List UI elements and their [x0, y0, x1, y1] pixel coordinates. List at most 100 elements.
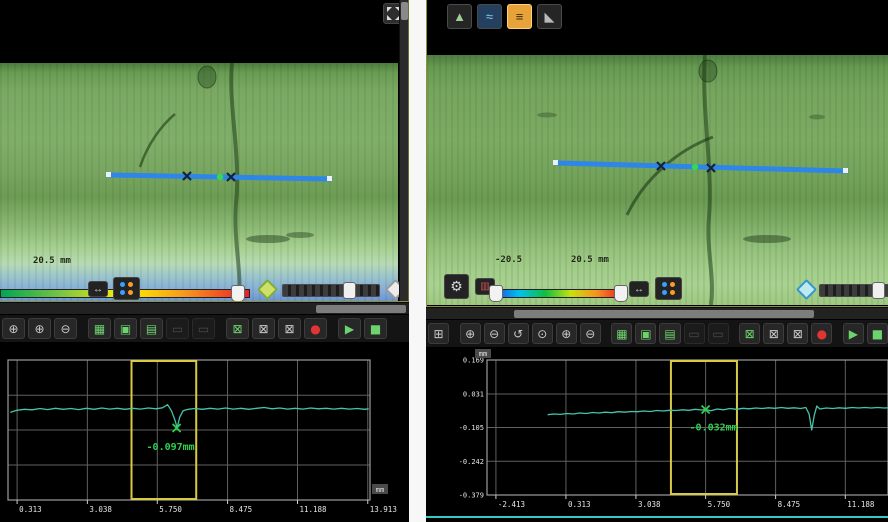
chart-highlight-underline — [426, 516, 888, 518]
center-point-marker[interactable] — [692, 164, 698, 170]
range-max-readout: 20.5 mm — [571, 255, 609, 265]
display-mode-toolbar: ▲≈≡◣ — [447, 4, 562, 29]
color-scale-handle[interactable] — [231, 285, 245, 302]
record-icon[interactable]: ● — [304, 318, 327, 339]
overlay-b-icon: ▭ — [192, 318, 215, 339]
zoom-fit-icon[interactable]: ⊙ — [532, 323, 553, 344]
dots-glyph — [662, 282, 675, 295]
measure-region-icon[interactable]: ⊠ — [739, 323, 760, 344]
left-view-panel: 20.5 mm ↔ ⊕⊕⊖▦▣▤▭▭⊠⊠⊠●▶■ 0.3133.0385.750… — [0, 0, 409, 522]
export-report-icon[interactable]: ▶ — [338, 318, 361, 339]
color-scale-handle-min[interactable] — [489, 285, 503, 302]
export-data-icon[interactable]: ■ — [364, 318, 387, 339]
surface-smudge — [743, 235, 791, 243]
right-surface-image — [427, 55, 888, 305]
toolbar-separator — [835, 333, 840, 334]
capture-image-icon[interactable]: ▣ — [635, 323, 656, 344]
y-tick-label: 0.031 — [463, 390, 484, 398]
export-report-icon[interactable]: ▶ — [843, 323, 864, 344]
center-point-marker[interactable] — [217, 174, 223, 180]
measure-region-icon[interactable]: ⊠ — [226, 318, 249, 339]
measure-region-3-icon[interactable]: ⊠ — [278, 318, 301, 339]
zoom-out-icon[interactable]: ⊖ — [484, 323, 505, 344]
peak-mode-icon[interactable]: ◣ — [537, 4, 562, 29]
height-map-mode-icon[interactable]: ▲ — [447, 4, 472, 29]
surface-pit — [198, 66, 216, 88]
toolbar-separator — [330, 328, 335, 329]
y-tick-label: -0.105 — [459, 424, 484, 432]
toolbar-separator — [604, 333, 609, 334]
left-surface-image — [0, 63, 398, 302]
record-icon[interactable]: ● — [811, 323, 832, 344]
x-tick-label: 13.913 — [370, 505, 397, 514]
export-data-icon[interactable]: ■ — [867, 323, 888, 344]
color-scale-slider[interactable] — [493, 289, 623, 298]
zoom-pan-icon[interactable]: ⊕ — [2, 318, 25, 339]
overlay-a-icon: ▭ — [684, 323, 705, 344]
zoom-prev-icon[interactable]: ⊕ — [556, 323, 577, 344]
range-link-icon[interactable]: ↔ — [88, 281, 108, 297]
vertical-scrollbar[interactable] — [399, 0, 409, 302]
right-profile-chart: -2.4130.3133.0385.7508.47511.1880.1690.0… — [426, 347, 888, 522]
x-unit-label: mm — [376, 486, 384, 494]
line-endpoint-left[interactable] — [106, 172, 111, 177]
toolbar-separator — [452, 333, 457, 334]
line-endpoint-right[interactable] — [327, 176, 332, 181]
overlay-b-icon: ▭ — [708, 323, 729, 344]
blend-slider[interactable] — [819, 284, 888, 297]
surface-scratch-curve — [627, 137, 713, 215]
capture-image-icon[interactable]: ▣ — [114, 318, 137, 339]
right-toolbar: ⊞⊕⊖↺⊙⊕⊖▦▣▤▭▭⊠⊠⊠●▶■ — [426, 319, 888, 347]
measure-region-3-icon[interactable]: ⊠ — [787, 323, 808, 344]
line-endpoint-right[interactable] — [843, 168, 848, 173]
vertical-scrollbar-thumb[interactable] — [401, 2, 408, 20]
profile-trace — [10, 405, 368, 428]
x-tick-label: 5.750 — [159, 505, 182, 514]
gear-glyph: ⚙ — [450, 278, 463, 295]
settings-gear-icon[interactable]: ⚙ — [444, 274, 469, 299]
layers-mode-icon[interactable]: ≡ — [507, 4, 532, 29]
profile-mode-icon[interactable]: ≈ — [477, 4, 502, 29]
palette-dots-icon[interactable] — [113, 277, 140, 300]
toolbar-separator — [732, 333, 737, 334]
zoom-reset-icon[interactable]: ↺ — [508, 323, 529, 344]
measure-region-2-icon[interactable]: ⊠ — [252, 318, 275, 339]
measurement-value-label: -0.097mm — [147, 442, 195, 453]
fit-view-icon[interactable]: ▤ — [659, 323, 680, 344]
y-tick-label: -0.242 — [459, 458, 484, 466]
x-tick-label: -2.413 — [498, 500, 525, 509]
surface-smudge — [246, 235, 290, 243]
left-image-viewport[interactable]: 20.5 mm ↔ — [0, 0, 409, 302]
zoom-in-region-icon[interactable]: ⊕ — [28, 318, 51, 339]
dots-glyph — [120, 282, 133, 295]
left-profile-chart-svg: 0.3133.0385.7508.47511.18813.913mm-0.097… — [0, 345, 409, 522]
palette-dots-icon[interactable] — [655, 277, 682, 300]
range-link-icon[interactable]: ↔ — [629, 281, 649, 297]
fit-view-icon[interactable]: ▤ — [140, 318, 163, 339]
toolbar-separator — [218, 328, 223, 329]
measurement-line[interactable] — [557, 163, 846, 171]
horizontal-scrollbar-thumb[interactable] — [316, 305, 406, 313]
x-tick-label: 0.313 — [568, 500, 591, 509]
x-tick-label: 8.475 — [230, 505, 253, 514]
grid-view-icon[interactable]: ▦ — [88, 318, 111, 339]
zoom-in-icon[interactable]: ⊕ — [460, 323, 481, 344]
zoom-next-icon[interactable]: ⊖ — [580, 323, 601, 344]
right-image-viewport[interactable]: ▲≈≡◣ ⚙ ▥ -20.5 20.5 mm ↔ — [426, 0, 888, 307]
zoom-out-region-icon[interactable]: ⊖ — [54, 318, 77, 339]
color-scale-handle-max[interactable] — [614, 285, 628, 302]
grid-view-icon[interactable]: ▦ — [611, 323, 632, 344]
right-view-panel: ▲≈≡◣ ⚙ ▥ -20.5 20.5 mm ↔ ⊞⊕⊖↺⊙⊕⊖▦▣▤▭▭⊠⊠⊠… — [426, 0, 888, 522]
blend-slider[interactable] — [282, 284, 380, 297]
blend-slider-thumb[interactable] — [872, 282, 885, 299]
y-tick-label: -0.379 — [459, 492, 484, 500]
blend-slider-thumb[interactable] — [343, 282, 356, 299]
surface-smudge-2 — [286, 232, 314, 238]
surface-scratch-vertical — [704, 55, 712, 305]
pan-view-icon[interactable]: ⊞ — [428, 323, 449, 344]
horizontal-scrollbar-thumb[interactable] — [514, 310, 814, 318]
line-endpoint-left[interactable] — [553, 160, 558, 165]
scale-readout: 20.5 mm — [33, 256, 71, 266]
measure-region-2-icon[interactable]: ⊠ — [763, 323, 784, 344]
right-profile-chart-svg: -2.4130.3133.0385.7508.47511.1880.1690.0… — [426, 347, 888, 522]
